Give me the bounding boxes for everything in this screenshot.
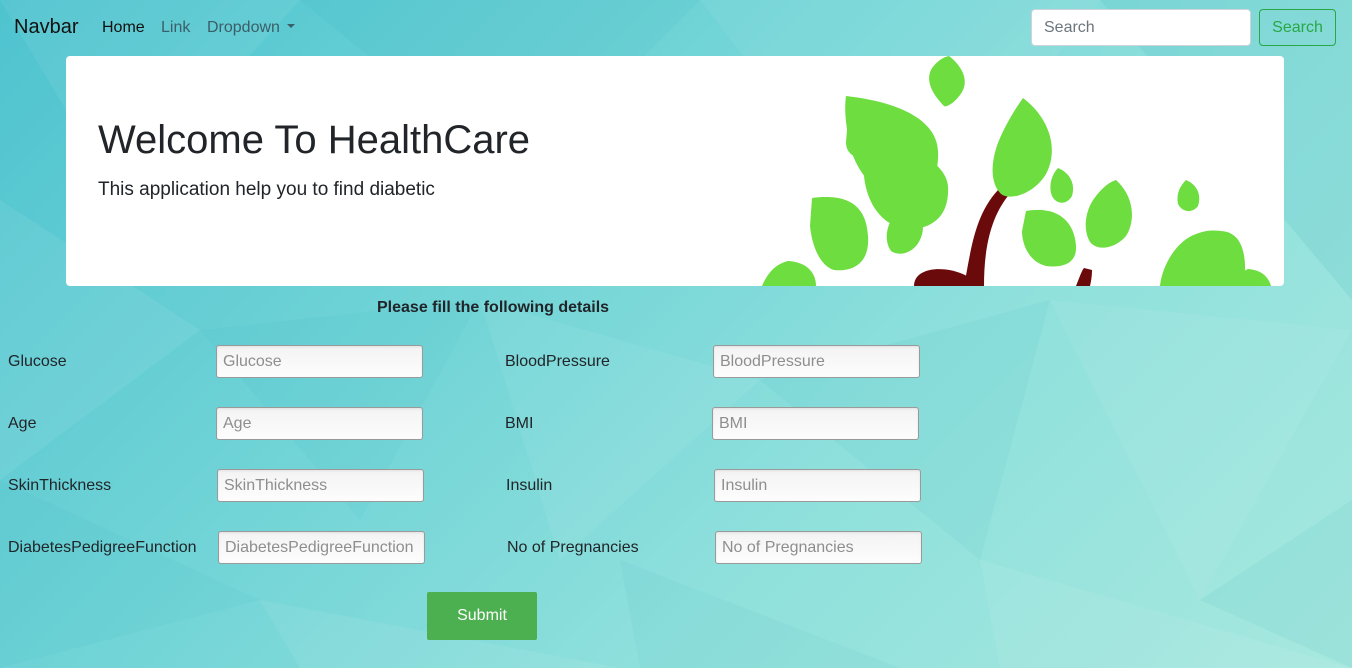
tree-logo-image	[762, 56, 1271, 286]
pregnancies-label: No of Pregnancies	[507, 539, 639, 556]
search-button[interactable]: Search	[1259, 9, 1336, 46]
glucose-label: Glucose	[8, 353, 67, 370]
bmi-input[interactable]	[712, 407, 919, 440]
page-lead: This application help you to find diabet…	[98, 179, 435, 200]
navbar-brand[interactable]: Navbar	[14, 16, 78, 39]
insulin-label: Insulin	[506, 477, 553, 494]
skinthickness-label: SkinThickness	[8, 477, 112, 494]
insulin-input[interactable]	[714, 469, 921, 502]
bloodpressure-input[interactable]	[713, 345, 920, 378]
age-label: Age	[8, 415, 37, 432]
page-title: Welcome To HealthCare	[98, 118, 531, 162]
diabetespedigree-input[interactable]	[218, 531, 425, 564]
pregnancies-input[interactable]	[715, 531, 922, 564]
search-input[interactable]	[1031, 9, 1251, 46]
nav-dropdown-toggle[interactable]: Dropdown	[207, 19, 295, 37]
nav-dropdown-label: Dropdown	[207, 19, 280, 36]
nav-link-link[interactable]: Link	[161, 19, 190, 37]
caret-down-icon	[286, 23, 295, 28]
navbar: Navbar Home Link Dropdown Search	[0, 0, 1352, 56]
nav-link-home[interactable]: Home	[102, 19, 145, 37]
jumbotron: Welcome To HealthCare This application h…	[66, 56, 1284, 286]
diabetespedigree-label: DiabetesPedigreeFunction	[8, 539, 197, 556]
age-input[interactable]	[216, 407, 423, 440]
submit-button[interactable]: Submit	[427, 592, 537, 640]
bmi-label: BMI	[505, 415, 534, 432]
form-heading: Please fill the following details	[377, 299, 610, 316]
skinthickness-input[interactable]	[217, 469, 424, 502]
bloodpressure-label: BloodPressure	[505, 353, 610, 370]
glucose-input[interactable]	[216, 345, 423, 378]
